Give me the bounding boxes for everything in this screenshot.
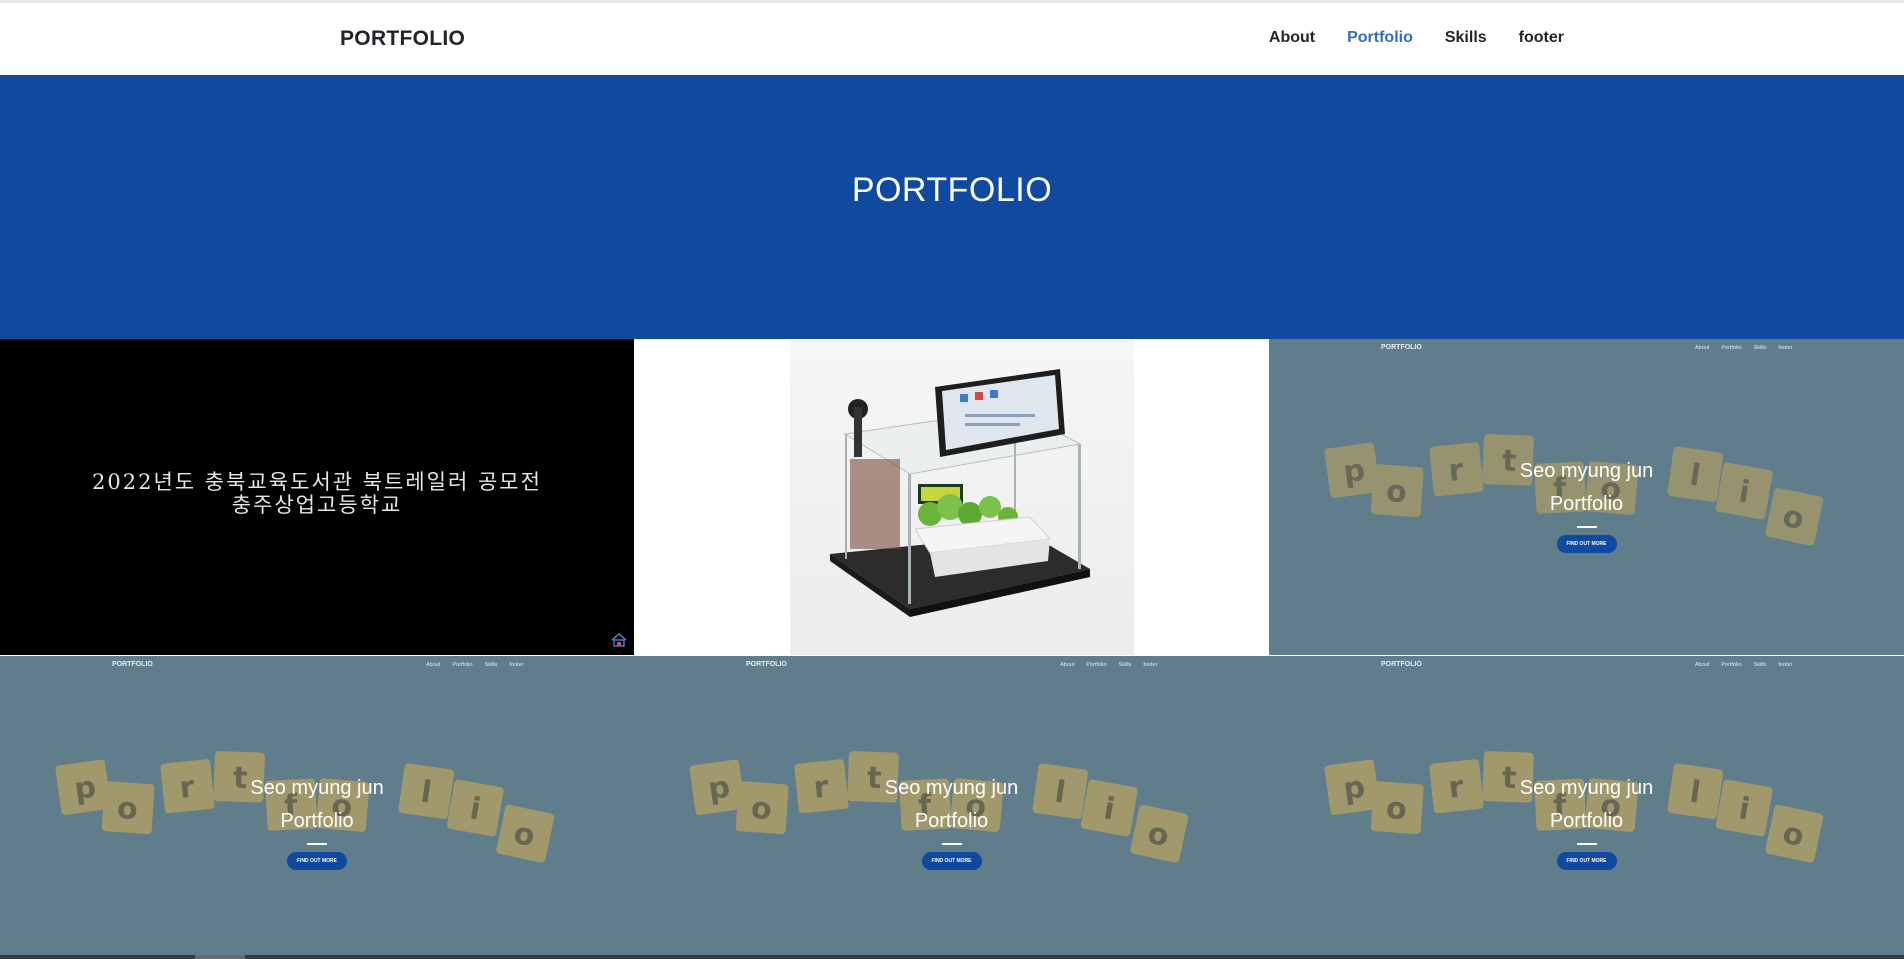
mini-nav-about: About	[1695, 662, 1710, 668]
mini-brand: PORTFOLIO	[112, 661, 153, 668]
mini-nav-about: About	[1695, 345, 1710, 351]
shot-name: Seo myung jun	[884, 777, 1019, 799]
portfolio-header: PORTFOLIO	[0, 75, 1904, 339]
mini-nav-footer: footer	[1143, 662, 1158, 668]
mini-nav-about: About	[1060, 662, 1075, 668]
mini-nav-footer: footer	[1778, 345, 1793, 351]
nav-link-about[interactable]: About	[1269, 29, 1315, 47]
shot-subtitle: Portfolio	[280, 810, 354, 832]
nav-link-skills[interactable]: Skills	[1445, 29, 1487, 47]
mini-nav-skills: Skills	[484, 662, 498, 668]
find-out-more-button: FIND OUT MORE	[921, 852, 982, 870]
find-out-more-button: FIND OUT MORE	[1556, 535, 1617, 553]
shot-heading: Seo myung jun Portfolio	[0, 772, 634, 838]
portfolio-grid: 2022년도 충북교육도서관 북트레일러 공모전 충주상업고등학교 p o r …	[0, 339, 1904, 959]
mini-nav-portfolio: Portfolio	[452, 662, 473, 668]
channel-logo-icon	[611, 632, 627, 647]
mini-nav-portfolio: Portfolio	[1086, 662, 1107, 668]
portfolio-item-site-1[interactable]: p o r t f o l i o PORTFOLIO About Portfo…	[1269, 339, 1904, 655]
mini-nav: About Portfolio Skills footer	[1695, 662, 1792, 668]
portfolio-item-site-4[interactable]: p o r t f o l i o PORTFOLIO About Portfo…	[1269, 656, 1904, 959]
mini-nav-portfolio: Portfolio	[1721, 345, 1742, 351]
brand-logo[interactable]: PORTFOLIO	[340, 27, 465, 51]
mini-nav-footer: footer	[1778, 662, 1793, 668]
shot-name: Seo myung jun	[1519, 777, 1654, 799]
video-title: 2022년도 충북교육도서관 북트레일러 공모전 충주상업고등학교	[0, 471, 634, 517]
shot-divider	[1576, 843, 1597, 845]
shot-subtitle: Portfolio	[1549, 493, 1624, 515]
portfolio-item-site-2[interactable]: p o r t f o l i o PORTFOLIO About Portfo…	[0, 656, 634, 959]
nav-link-footer[interactable]: footer	[1519, 29, 1564, 47]
find-out-more-button: FIND OUT MORE	[1556, 852, 1617, 870]
horizontal-scrollbar-thumb[interactable]	[195, 955, 245, 959]
mini-brand: PORTFOLIO	[1381, 344, 1422, 351]
portfolio-item-booktrailer[interactable]: 2022년도 충북교육도서관 북트레일러 공모전 충주상업고등학교	[0, 339, 634, 655]
navbar: PORTFOLIO About Portfolio Skills footer	[0, 0, 1904, 75]
video-title-line2: 충주상업고등학교	[231, 493, 403, 517]
mini-nav: About Portfolio Skills footer	[426, 662, 523, 668]
shot-heading: Seo myung jun Portfolio	[1269, 455, 1904, 521]
nav-links: About Portfolio Skills footer	[1269, 29, 1564, 47]
shot-heading: Seo myung jun Portfolio	[634, 772, 1269, 838]
shot-subtitle: Portfolio	[1549, 810, 1624, 832]
video-title-line1: 2022년도 충북교육도서관 북트레일러 공모전	[92, 470, 542, 494]
mini-nav-about: About	[426, 662, 441, 668]
shot-name: Seo myung jun	[1519, 460, 1654, 482]
mini-nav: About Portfolio Skills footer	[1695, 345, 1792, 351]
page-title: PORTFOLIO	[851, 171, 1053, 209]
shot-divider	[1576, 526, 1597, 528]
mini-nav: About Portfolio Skills footer	[1060, 662, 1157, 668]
shot-subtitle: Portfolio	[914, 810, 989, 832]
portfolio-item-smartfarm[interactable]	[634, 339, 1269, 655]
find-out-more-button: FIND OUT MORE	[287, 852, 347, 870]
mini-nav-skills: Skills	[1118, 662, 1132, 668]
mini-brand: PORTFOLIO	[746, 661, 787, 668]
mini-nav-portfolio: Portfolio	[1721, 662, 1742, 668]
mini-nav-skills: Skills	[1753, 662, 1767, 668]
shot-heading: Seo myung jun Portfolio	[1269, 772, 1904, 838]
nav-link-portfolio[interactable]: Portfolio	[1347, 29, 1413, 47]
mini-brand: PORTFOLIO	[1381, 661, 1422, 668]
portfolio-item-site-3[interactable]: p o r t f o l i o PORTFOLIO About Portfo…	[634, 656, 1269, 959]
mini-nav-skills: Skills	[1753, 345, 1767, 351]
shot-name: Seo myung jun	[250, 777, 384, 799]
horizontal-scrollbar-track[interactable]	[0, 955, 1904, 959]
mini-nav-footer: footer	[509, 662, 524, 668]
shot-divider	[941, 843, 962, 845]
shot-divider	[307, 843, 327, 845]
smartfarm-image	[830, 369, 1090, 617]
